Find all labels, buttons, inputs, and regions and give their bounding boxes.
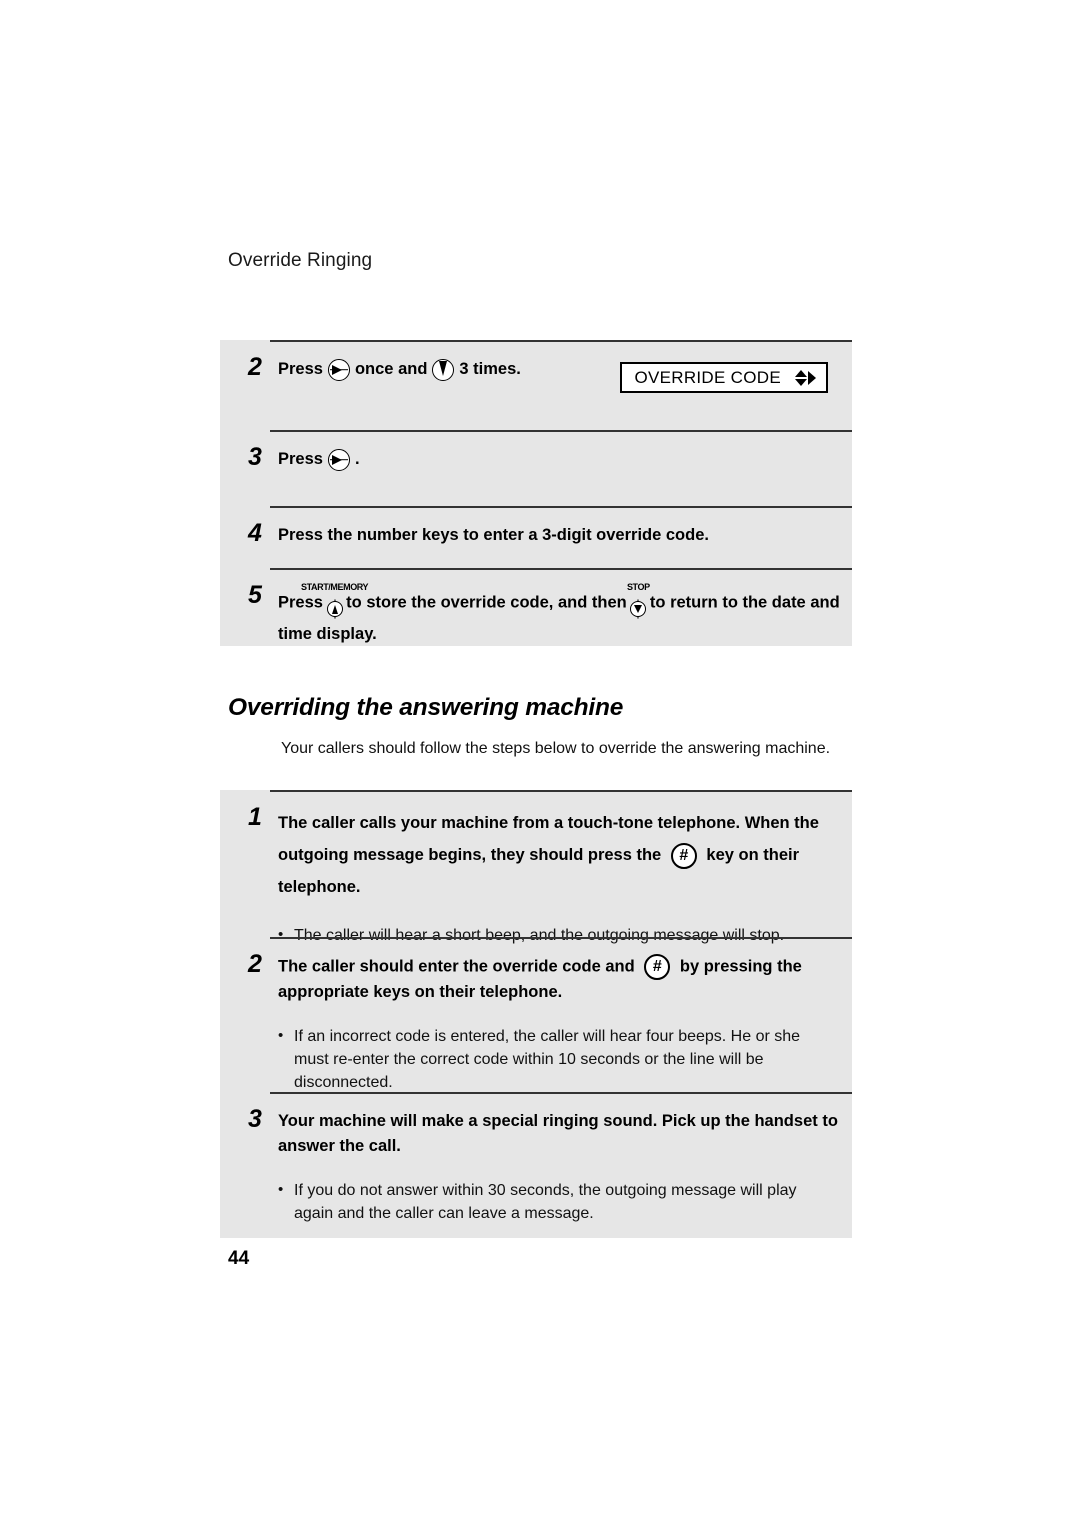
running-header: Override Ringing <box>228 250 373 271</box>
step-divider <box>270 430 852 432</box>
once-and-label: once and <box>354 360 428 379</box>
step-divider <box>270 1092 852 1094</box>
times-label: 3 times. <box>459 360 521 379</box>
step-3-line: Press . <box>278 447 360 472</box>
bullet-text: If an incorrect code is entered, the cal… <box>294 1027 801 1092</box>
right-arrow-key-icon[interactable] <box>327 448 350 471</box>
lcd-display-text: OVERRIDE CODE <box>634 368 781 387</box>
arrow-down-icon <box>795 378 807 386</box>
stop-button-icon[interactable]: STOP <box>627 583 650 622</box>
step-text: Press . <box>278 443 844 472</box>
step-text: The caller calls your machine from a tou… <box>278 803 844 904</box>
step-number: 2 <box>248 353 262 381</box>
step-divider <box>270 790 852 792</box>
section-heading: Overriding the answering machine <box>228 694 624 721</box>
step-row-caller-1: 1 The caller calls your machine from a t… <box>220 790 852 944</box>
stop-button-label: STOP <box>626 582 650 592</box>
step-row-3: 3 Press . <box>220 430 852 506</box>
step-divider <box>270 506 852 508</box>
arrow-up-icon <box>795 369 807 377</box>
step-number: 1 <box>248 803 262 831</box>
right-arrow-key-icon[interactable] <box>327 358 350 381</box>
section-intro: Your callers should follow the steps bel… <box>281 740 831 757</box>
manual-page: Override Ringing 2 Press once and 3 time… <box>0 0 1080 1528</box>
step-text: Press the number keys to enter a 3-digit… <box>278 526 709 544</box>
diamond-glyph-icon <box>328 602 342 616</box>
step-2-line: Press once and 3 times. <box>278 357 521 382</box>
bullet-text: If you do not answer within 30 seconds, … <box>294 1181 797 1222</box>
step-divider <box>270 340 852 342</box>
bullet-marker: • <box>278 1026 284 1044</box>
up-down-right-arrows-icon <box>795 369 816 386</box>
arrow-right-icon <box>808 370 816 385</box>
start-memory-button-label: START/MEMORY <box>300 582 369 592</box>
procedure-panel-top: 2 Press once and 3 times. OVERRIDE CODE <box>220 340 852 646</box>
step-divider <box>270 568 852 570</box>
bullet-item: • If you do not answer within 30 seconds… <box>220 1169 852 1227</box>
procedure-panel-bottom: 1 The caller calls your machine from a t… <box>220 790 852 1238</box>
period-label: . <box>354 450 360 469</box>
start-memory-button-oval <box>331 599 338 619</box>
lcd-display: OVERRIDE CODE <box>620 362 828 393</box>
press-label: Press <box>278 450 323 469</box>
stop-button-oval <box>634 599 643 619</box>
step-row-4: 4 Press the number keys to enter a 3-dig… <box>220 506 852 568</box>
press-label: Press <box>278 593 323 612</box>
step-divider <box>270 937 852 939</box>
down-wedge-key-icon[interactable] <box>432 358 455 381</box>
bullet-marker: • <box>278 1180 284 1198</box>
bullet-item: • If an incorrect code is entered, the c… <box>220 1015 852 1097</box>
step-row-caller-3: 3 Your machine will make a special ringi… <box>220 1092 852 1238</box>
triangle-down-glyph-icon <box>631 602 645 616</box>
start-memory-button-icon[interactable]: START/MEMORY <box>301 583 369 622</box>
step-text: The caller should enter the override cod… <box>278 950 844 1005</box>
step-text: Your machine will make a special ringing… <box>278 1112 838 1155</box>
step-text-part1: The caller should enter the override cod… <box>278 957 635 976</box>
hash-key-icon[interactable]: # <box>670 842 697 869</box>
press-label: Press <box>278 360 323 379</box>
hash-glyph: # <box>652 958 662 975</box>
hash-glyph: # <box>679 846 689 864</box>
step-number: 5 <box>248 581 262 609</box>
page-number: 44 <box>228 1248 250 1269</box>
step-number: 3 <box>248 443 262 471</box>
up-down-arrows-icon <box>795 369 807 386</box>
store-code-label: to store the override code, and then <box>346 593 627 612</box>
step-text: Press START/MEMORY to store the override… <box>278 581 844 647</box>
step-row-2: 2 Press once and 3 times. OVERRIDE CODE <box>220 340 852 430</box>
step-number: 4 <box>248 519 262 547</box>
step-row-caller-2: 2 The caller should enter the override c… <box>220 937 852 1092</box>
step-number: 2 <box>248 950 262 978</box>
step-row-5: 5 Press START/MEMORY to store the overri… <box>220 568 852 646</box>
step-number: 3 <box>248 1105 262 1133</box>
hash-key-icon[interactable]: # <box>644 954 671 980</box>
